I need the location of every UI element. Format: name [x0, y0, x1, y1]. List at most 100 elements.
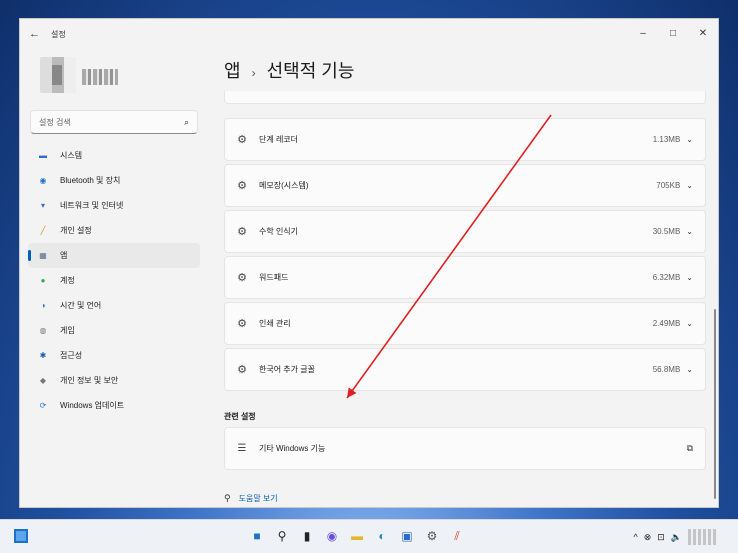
feature-row[interactable]: ⚙ 한국어 추가 글꼴 56.8MB ⌄ [224, 348, 706, 391]
breadcrumb-current: 선택적 기능 [266, 61, 355, 81]
feature-row[interactable]: ⚙ 단계 레코더 1.13MB ⌄ [224, 118, 706, 161]
page-title: 앱 › 선택적 기능 [224, 57, 354, 83]
sidebar-item[interactable]: ▦ 앱 [28, 243, 200, 268]
sidebar-item[interactable]: ▾ 네트워크 및 인터넷 [28, 193, 200, 218]
window-controls: – □ ✕ [628, 19, 718, 47]
user-name [82, 69, 118, 85]
sidebar-item-icon: ╱ [40, 226, 46, 235]
settings-window: ← 설정 – □ ✕ 설정 검색 ⌕ ▬ 시스템 ◉ Bluetooth 및 장치 ▾ 네… [19, 18, 719, 508]
sidebar-item-icon: ▬ [39, 151, 47, 160]
sidebar-item-label: Windows 업데이트 [60, 401, 125, 410]
search-placeholder: 설정 검색 [39, 118, 71, 127]
taskview-icon[interactable]: ▮ [299, 527, 315, 545]
feature-name: 인쇄 관리 [259, 319, 291, 328]
title-bar: ← 설정 – □ ✕ [20, 19, 718, 49]
sidebar-item[interactable]: ◉ Bluetooth 및 장치 [28, 168, 200, 193]
back-arrow-icon[interactable]: ← [29, 28, 40, 40]
sidebar-item[interactable]: ╱ 개인 설정 [28, 218, 200, 243]
feature-size: 1.13MB [652, 135, 681, 144]
sidebar-item-label: 개인 정보 및 보안 [60, 376, 119, 385]
related-settings-heading: 관련 설정 [224, 412, 256, 421]
taskbar: ■ ⚲ ▮ ◉ ▬ ◐ ▣ ⚙ ⫽ ^ ⊗ ⊡ 🔈 [0, 519, 738, 553]
sidebar-item-label: 시간 및 언어 [60, 301, 102, 310]
sidebar-item-icon: ◆ [39, 376, 47, 385]
feature-name: 수학 인식기 [259, 227, 299, 236]
help-link[interactable]: ⚲ 도움말 보기 [224, 493, 278, 504]
widgets-icon[interactable] [14, 529, 28, 543]
minimize-button[interactable]: – [628, 19, 658, 47]
sidebar-item-icon: ▾ [40, 201, 45, 210]
sidebar-item[interactable]: ● 계정 [28, 268, 200, 293]
feature-name: 워드패드 [259, 273, 289, 282]
sidebar-item-icon: ▦ [39, 251, 47, 260]
chevron-down-icon[interactable]: ⌄ [686, 181, 693, 190]
close-button[interactable]: ✕ [688, 19, 718, 47]
feature-row[interactable]: ⚙ 메모장(시스템) 705KB ⌄ [224, 164, 706, 207]
feature-size: 2.49MB [652, 319, 681, 328]
chevron-down-icon[interactable]: ⌄ [686, 319, 693, 328]
sidebar-item-icon: ✱ [39, 351, 47, 360]
chevron-down-icon[interactable]: ⌄ [686, 135, 693, 144]
help-icon: ⚲ [224, 493, 231, 503]
related-item-label: 기타 Windows 기능 [259, 444, 326, 453]
sidebar-item-label: 개인 설정 [60, 226, 92, 235]
sidebar-item[interactable]: ◆ 개인 정보 및 보안 [28, 368, 200, 393]
feature-row-partial [224, 91, 706, 104]
network-icon[interactable]: ⊡ [657, 532, 665, 543]
breadcrumb-parent[interactable]: 앱 [224, 61, 241, 81]
chevron-down-icon[interactable]: ⌄ [686, 365, 693, 374]
file-explorer-icon[interactable]: ▬ [349, 527, 365, 545]
scrollbar[interactable] [714, 309, 716, 499]
edge-icon[interactable]: ◐ [374, 527, 390, 545]
taskbar-apps: ■ ⚲ ▮ ◉ ▬ ◐ ▣ ⚙ ⫽ [249, 527, 465, 545]
sidebar-item-label: 계정 [60, 276, 75, 285]
chevron-down-icon[interactable]: ⌄ [686, 273, 693, 282]
sidebar-item[interactable]: ▬ 시스템 [28, 143, 200, 168]
gear-icon: ⚙ [237, 180, 247, 192]
gear-icon: ⚙ [237, 318, 247, 330]
volume-icon[interactable]: 🔈 [671, 532, 682, 543]
chat-icon[interactable]: ◉ [324, 527, 340, 545]
tray-chevron-icon[interactable]: ^ [633, 532, 637, 542]
sidebar-item-label: 네트워크 및 인터넷 [60, 201, 124, 210]
gear-icon: ⚙ [237, 226, 247, 238]
chevron-down-icon[interactable]: ⌄ [686, 227, 693, 236]
sidebar-item-label: 시스템 [60, 151, 83, 160]
sidebar-item-icon: ◉ [39, 176, 47, 185]
feature-size: 705KB [656, 181, 681, 190]
settings-icon[interactable]: ⚙ [424, 527, 440, 545]
search-input[interactable]: 설정 검색 ⌕ [30, 110, 198, 134]
start-icon[interactable]: ■ [249, 527, 265, 545]
feature-row[interactable]: ⚙ 인쇄 관리 2.49MB ⌄ [224, 302, 706, 345]
feature-row[interactable]: ⚙ 워드패드 6.32MB ⌄ [224, 256, 706, 299]
feature-size: 30.5MB [652, 227, 681, 236]
content-pane: ⚙ 단계 레코더 1.13MB ⌄ ⚙ 메모장(시스템) 705KB ⌄ ⚙ 수학 인식기 30.5… [224, 91, 706, 507]
store-icon[interactable]: ▣ [399, 527, 415, 545]
feature-name: 단계 레코더 [259, 135, 299, 144]
clock[interactable] [688, 529, 718, 545]
other-windows-features-link[interactable]: ☰ 기타 Windows 기능 ⧉ [224, 427, 706, 470]
feature-size: 56.8MB [652, 365, 681, 374]
maximize-button[interactable]: □ [658, 19, 688, 47]
gear-icon: ⚙ [237, 364, 247, 376]
sidebar-item[interactable]: ◑ 시간 및 언어 [28, 293, 200, 318]
sidebar-item[interactable]: ⟳ Windows 업데이트 [28, 393, 200, 418]
sidebar-item[interactable]: ◍ 게임 [28, 318, 200, 343]
window-title: 설정 [51, 30, 66, 39]
help-label: 도움말 보기 [238, 494, 278, 503]
sidebar-item-icon: ◍ [39, 326, 47, 335]
search-icon[interactable]: ⚲ [274, 527, 290, 545]
breadcrumb-separator: › [251, 66, 256, 80]
feature-size: 6.32MB [652, 273, 681, 282]
avatar[interactable] [40, 57, 76, 93]
list-icon: ☰ [237, 443, 247, 454]
external-link-icon: ⧉ [686, 443, 693, 453]
paint-icon[interactable]: ⫽ [449, 527, 465, 545]
sidebar-item-icon: ● [40, 276, 46, 285]
feature-row[interactable]: ⚙ 수학 인식기 30.5MB ⌄ [224, 210, 706, 253]
sidebar-nav: ▬ 시스템 ◉ Bluetooth 및 장치 ▾ 네트워크 및 인터넷 ╱ 개인 설정 ▦ 앱 ● 계… [28, 143, 200, 418]
sidebar-item[interactable]: ✱ 접근성 [28, 343, 200, 368]
gear-icon: ⚙ [237, 272, 247, 284]
sidebar-item-icon: ◑ [40, 301, 46, 310]
tray-app-icon[interactable]: ⊗ [644, 532, 652, 543]
